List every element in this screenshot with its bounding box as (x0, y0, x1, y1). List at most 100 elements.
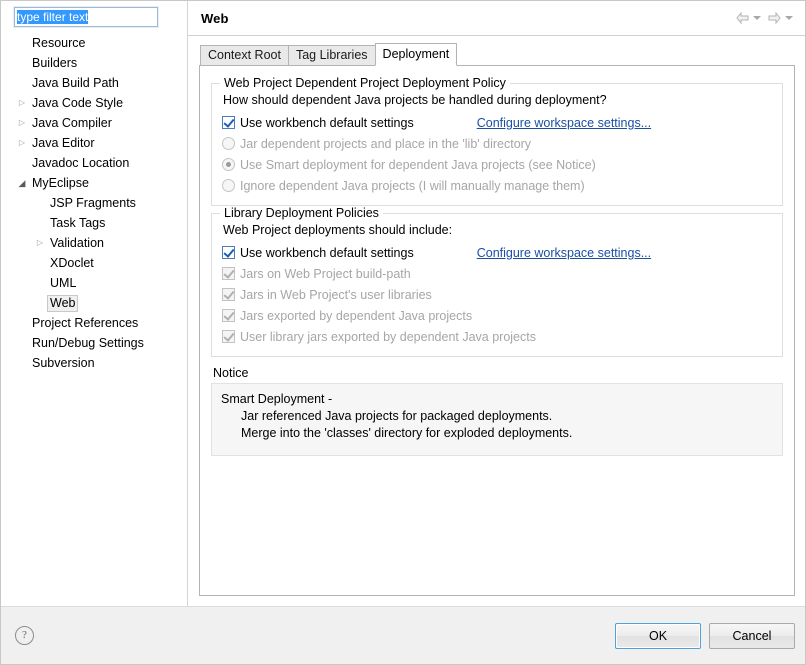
policy-use-defaults-row[interactable]: Use workbench default settings Configure… (222, 112, 772, 133)
tabstrip[interactable]: Context RootTag LibrariesDeployment (199, 44, 795, 66)
checkbox-icon[interactable] (222, 116, 235, 129)
library-option-row: Jars in Web Project's user libraries (222, 284, 772, 305)
tree-spacer (33, 193, 47, 213)
library-use-defaults-label: Use workbench default settings (240, 246, 414, 260)
policy-option-row: Use Smart deployment for dependent Java … (222, 154, 772, 175)
tree-spacer (15, 333, 29, 353)
sidebar: Resource Builders Java Build Path▷Java Cod… (1, 1, 188, 606)
library-deployment-policies-group: Library Deployment Policies Web Project … (211, 213, 783, 357)
tree-item-label: Web (47, 295, 78, 312)
notice-line-1: Jar referenced Java projects for package… (221, 408, 773, 425)
tree-item-java-code-style[interactable]: ▷Java Code Style (1, 93, 187, 113)
filter-input[interactable] (14, 7, 158, 27)
tree-item-jsp-fragments[interactable]: JSP Fragments (1, 193, 187, 213)
help-icon[interactable]: ? (15, 626, 34, 645)
forward-button[interactable] (765, 10, 795, 26)
checkbox-icon (222, 288, 235, 301)
policy-use-defaults-label: Use workbench default settings (240, 116, 414, 130)
library-option-label: Jars on Web Project build-path (240, 267, 411, 281)
tree-item-label: UML (47, 275, 79, 292)
tree-item-project-references[interactable]: Project References (1, 313, 187, 333)
chevron-right-icon[interactable]: ▷ (15, 133, 29, 153)
tree-item-task-tags[interactable]: Task Tags (1, 213, 187, 233)
policy-radio-options[interactable]: Jar dependent projects and place in the … (222, 133, 772, 196)
chevron-right-icon[interactable]: ▷ (15, 93, 29, 113)
tree-item-label: Task Tags (47, 215, 108, 232)
tree-item-validation[interactable]: ▷Validation (1, 233, 187, 253)
filter-container (1, 1, 187, 31)
radio-button-icon (222, 179, 235, 192)
tab-tag-libraries[interactable]: Tag Libraries (288, 45, 376, 66)
library-option-row: Jars exported by dependent Java projects (222, 305, 772, 326)
chevron-down-icon[interactable]: ◢ (15, 173, 29, 193)
notice-heading: Smart Deployment - (221, 391, 773, 408)
back-button[interactable] (733, 10, 763, 26)
tree-item-label: Javadoc Location (29, 155, 132, 172)
back-dropdown-icon[interactable] (753, 16, 761, 20)
library-option-label: Jars exported by dependent Java projects (240, 309, 472, 323)
tree-item-builders[interactable]: Builders (1, 53, 187, 73)
ok-button[interactable]: OK (615, 623, 701, 649)
dependent-project-policy-group: Web Project Dependent Project Deployment… (211, 83, 783, 206)
tree-item-myeclipse[interactable]: ◢MyEclipse (1, 173, 187, 193)
navigation-buttons (733, 10, 795, 26)
settings-tree[interactable]: Resource Builders Java Build Path▷Java Cod… (1, 31, 187, 606)
page-header: Web (188, 1, 805, 36)
tabs-area: Context RootTag LibrariesDeployment Web … (188, 36, 805, 606)
policy-option-label: Use Smart deployment for dependent Java … (240, 158, 596, 172)
tree-item-uml[interactable]: UML (1, 273, 187, 293)
tree-item-java-build-path[interactable]: Java Build Path (1, 73, 187, 93)
policy-option-label: Jar dependent projects and place in the … (240, 137, 531, 151)
tree-item-label: Java Editor (29, 135, 98, 152)
tree-item-xdoclet[interactable]: XDoclet (1, 253, 187, 273)
tree-item-label: MyEclipse (29, 175, 92, 192)
tree-item-label: Validation (47, 235, 107, 252)
tree-item-resource[interactable]: Resource (1, 33, 187, 53)
library-checkbox-options[interactable]: Jars on Web Project build-path Jars in We… (222, 263, 772, 347)
tree-spacer (15, 73, 29, 93)
tree-spacer (33, 253, 47, 273)
notice-box: Smart Deployment - Jar referenced Java p… (211, 383, 783, 456)
tree-spacer (15, 313, 29, 333)
tree-item-label: Java Build Path (29, 75, 122, 92)
chevron-right-icon[interactable]: ▷ (33, 233, 47, 253)
footer-buttons: OK Cancel (615, 623, 795, 649)
deployment-tab-panel: Web Project Dependent Project Deployment… (199, 65, 795, 596)
tree-item-label: Run/Debug Settings (29, 335, 147, 352)
library-option-row: Jars on Web Project build-path (222, 263, 772, 284)
group-description: How should dependent Java projects be ha… (223, 93, 772, 107)
tree-spacer (15, 33, 29, 53)
tab-deployment[interactable]: Deployment (375, 43, 458, 66)
tree-item-subversion[interactable]: Subversion (1, 353, 187, 373)
tree-item-label: JSP Fragments (47, 195, 139, 212)
tree-item-javadoc-location[interactable]: Javadoc Location (1, 153, 187, 173)
policy-option-row: Ignore dependent Java projects (I will m… (222, 175, 772, 196)
policy-option-row: Jar dependent projects and place in the … (222, 133, 772, 154)
tree-item-java-compiler[interactable]: ▷Java Compiler (1, 113, 187, 133)
tree-spacer (15, 153, 29, 173)
tree-item-web[interactable]: Web (1, 293, 187, 313)
policy-configure-workspace-link[interactable]: Configure workspace settings... (477, 116, 651, 130)
tree-item-label: Builders (29, 55, 80, 72)
tree-item-label: XDoclet (47, 255, 97, 272)
library-use-defaults-row[interactable]: Use workbench default settings Configure… (222, 242, 772, 263)
checkbox-icon (222, 330, 235, 343)
group-title: Web Project Dependent Project Deployment… (220, 76, 510, 90)
chevron-right-icon[interactable]: ▷ (15, 113, 29, 133)
policy-option-label: Ignore dependent Java projects (I will m… (240, 179, 585, 193)
checkbox-icon (222, 309, 235, 322)
tree-item-label: Subversion (29, 355, 98, 372)
tab-context-root[interactable]: Context Root (200, 45, 289, 66)
radio-button-icon (222, 137, 235, 150)
checkbox-icon[interactable] (222, 246, 235, 259)
group-description: Web Project deployments should include: (223, 223, 772, 237)
tree-item-java-editor[interactable]: ▷Java Editor (1, 133, 187, 153)
dialog-footer: ? OK Cancel (1, 606, 805, 664)
group-title: Library Deployment Policies (220, 206, 383, 220)
tree-item-run-debug-settings[interactable]: Run/Debug Settings (1, 333, 187, 353)
cancel-button[interactable]: Cancel (709, 623, 795, 649)
forward-dropdown-icon[interactable] (785, 16, 793, 20)
library-configure-workspace-link[interactable]: Configure workspace settings... (477, 246, 651, 260)
page-title: Web (201, 11, 229, 26)
library-option-row: User library jars exported by dependent … (222, 326, 772, 347)
